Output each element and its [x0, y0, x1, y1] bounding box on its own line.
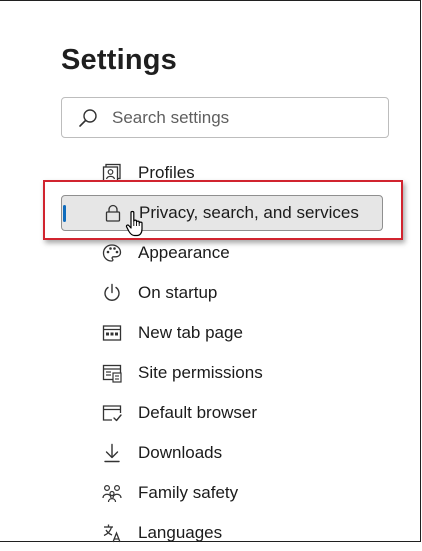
languages-icon	[101, 522, 123, 544]
nav-item-on-startup[interactable]: On startup	[61, 276, 383, 311]
nav-item-label: Site permissions	[138, 363, 263, 382]
nav-item-family-safety[interactable]: Family safety	[61, 476, 383, 511]
nav-item-label: Default browser	[138, 403, 258, 422]
nav-item-downloads[interactable]: Downloads	[61, 436, 383, 471]
power-icon	[101, 282, 123, 304]
nav-item-label: Appearance	[138, 243, 230, 262]
nav-item-label: Privacy, search, and services	[139, 203, 359, 222]
search-icon	[79, 109, 97, 127]
new-tab-icon	[101, 322, 123, 344]
nav-item-site-permissions[interactable]: Site permissions	[61, 356, 383, 391]
nav-item-default-browser[interactable]: Default browser	[61, 396, 383, 431]
palette-icon	[101, 242, 123, 264]
search-input[interactable]	[112, 107, 372, 129]
nav-item-label: Family safety	[138, 483, 239, 502]
nav-item-label: Profiles	[138, 163, 195, 182]
search-box[interactable]	[61, 97, 389, 138]
nav-item-label: Languages	[138, 523, 223, 542]
page-title: Settings	[61, 44, 177, 76]
profile-icon	[101, 162, 123, 184]
nav-item-new-tab-page[interactable]: New tab page	[61, 316, 383, 351]
nav-item-label: New tab page	[138, 323, 243, 342]
nav-item-privacy[interactable]: Privacy, search, and services	[61, 195, 383, 231]
site-permissions-icon	[101, 362, 123, 384]
default-browser-icon	[101, 402, 123, 424]
lock-icon	[102, 202, 124, 224]
family-icon	[101, 482, 123, 504]
nav-item-profiles[interactable]: Profiles	[61, 156, 383, 191]
nav-item-appearance[interactable]: Appearance	[61, 236, 383, 271]
nav-item-languages[interactable]: Languages	[61, 516, 383, 551]
download-icon	[101, 442, 123, 464]
active-indicator	[63, 205, 66, 222]
nav-item-label: Downloads	[138, 443, 223, 462]
nav-item-label: On startup	[138, 283, 218, 302]
